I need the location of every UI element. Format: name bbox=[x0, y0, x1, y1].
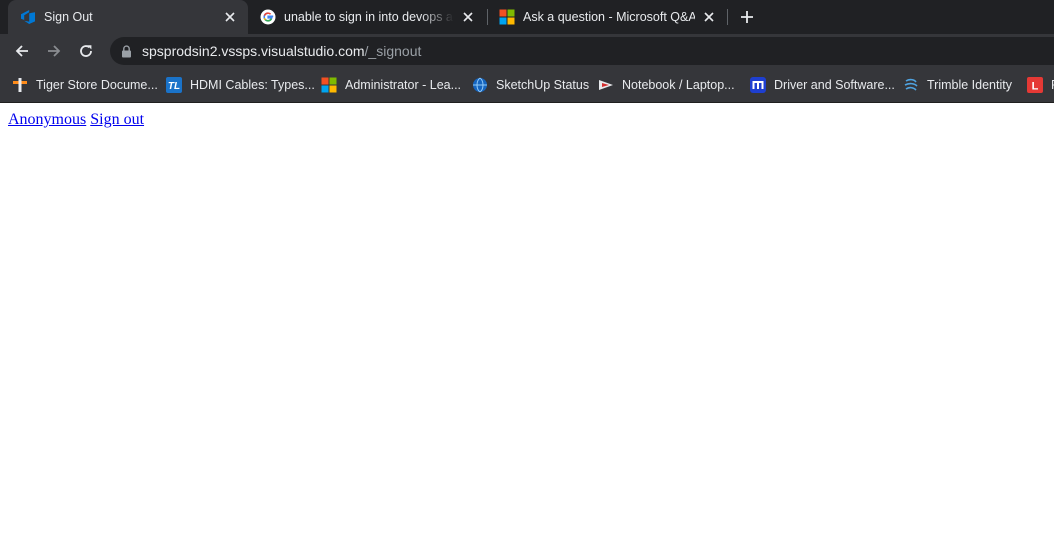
tab-divider bbox=[727, 9, 728, 25]
tiger-store-icon bbox=[12, 77, 28, 93]
bookmark-label: Tiger Store Docume... bbox=[36, 78, 158, 92]
tab-title: unable to sign in into devops account bbox=[284, 10, 454, 24]
lock-icon bbox=[121, 44, 132, 58]
arrow-right-icon bbox=[48, 45, 61, 57]
url-path: /_signout bbox=[364, 43, 422, 59]
bookmark-label: Administrator - Lea... bbox=[345, 78, 462, 92]
bookmark-driver-software[interactable]: Driver and Software... bbox=[750, 75, 895, 95]
bookmark-tiger-store[interactable]: Tiger Store Docume... bbox=[12, 75, 158, 95]
bookmark-label: SketchUp Status bbox=[496, 78, 590, 92]
globe-icon bbox=[472, 77, 488, 93]
page-content: Anonymous Sign out bbox=[0, 103, 1054, 137]
back-button[interactable] bbox=[10, 39, 34, 63]
microsoft-logo-icon bbox=[499, 9, 515, 25]
tab-microsoft-qa[interactable]: Ask a question - Microsoft Q&A bbox=[487, 0, 727, 34]
browser-toolbar: spsprodsin2.vssps.visualstudio.com/_sign… bbox=[0, 34, 1054, 68]
address-bar[interactable]: spsprodsin2.vssps.visualstudio.com/_sign… bbox=[110, 37, 1054, 65]
microsoft-logo-icon bbox=[321, 77, 337, 93]
svg-text:TL: TL bbox=[168, 81, 180, 92]
plus-icon bbox=[741, 11, 753, 23]
bookmark-truncated[interactable]: L P bbox=[1027, 75, 1054, 95]
azure-devops-icon bbox=[20, 9, 36, 25]
trimble-logo-icon bbox=[903, 77, 919, 93]
tab-sign-out[interactable]: Sign Out bbox=[8, 0, 248, 34]
svg-text:L: L bbox=[1032, 81, 1039, 93]
tab-title: Sign Out bbox=[44, 10, 93, 24]
google-icon bbox=[260, 9, 276, 25]
reload-button[interactable] bbox=[74, 39, 98, 63]
tab-devops-search[interactable]: unable to sign in into devops account bbox=[248, 0, 486, 34]
new-tab-button[interactable] bbox=[736, 6, 758, 28]
m-logo-icon bbox=[750, 77, 766, 93]
browser-chrome: Sign Out unable to sign in into devops a… bbox=[0, 0, 1054, 103]
url-host: spsprodsin2.vssps.visualstudio.com bbox=[142, 43, 365, 59]
laptop-brand-icon bbox=[598, 77, 614, 93]
bookmark-label: Driver and Software... bbox=[774, 78, 895, 92]
sign-out-link[interactable]: Sign out bbox=[90, 111, 144, 128]
bookmark-label: Notebook / Laptop... bbox=[622, 78, 735, 92]
red-l-logo-icon: L bbox=[1027, 77, 1043, 93]
bookmark-sketchup-status[interactable]: SketchUp Status bbox=[472, 75, 589, 95]
bookmark-label: Trimble Identity bbox=[927, 78, 1012, 92]
anonymous-link[interactable]: Anonymous bbox=[8, 111, 86, 128]
arrow-left-icon bbox=[15, 45, 28, 57]
bookmark-administrator[interactable]: Administrator - Lea... bbox=[321, 75, 461, 95]
forward-button[interactable] bbox=[42, 39, 66, 63]
url-text: spsprodsin2.vssps.visualstudio.com/_sign… bbox=[142, 43, 421, 59]
bookmark-notebook-laptop[interactable]: Notebook / Laptop... bbox=[598, 75, 735, 95]
bookmarks-bar: Tiger Store Docume... TL HDMI Cables: Ty… bbox=[0, 68, 1054, 103]
bookmark-trimble-identity[interactable]: Trimble Identity bbox=[903, 75, 1012, 95]
tab-title: Ask a question - Microsoft Q&A bbox=[523, 10, 695, 24]
bookmark-hdmi-cables[interactable]: TL HDMI Cables: Types... bbox=[166, 75, 315, 95]
bookmark-label: HDMI Cables: Types... bbox=[190, 78, 315, 92]
close-tab-icon[interactable] bbox=[222, 9, 238, 25]
reload-icon bbox=[80, 45, 92, 57]
close-tab-icon[interactable] bbox=[460, 9, 476, 25]
tl-logo-icon: TL bbox=[166, 77, 182, 93]
close-tab-icon[interactable] bbox=[701, 9, 717, 25]
tab-strip: Sign Out unable to sign in into devops a… bbox=[0, 0, 1054, 34]
